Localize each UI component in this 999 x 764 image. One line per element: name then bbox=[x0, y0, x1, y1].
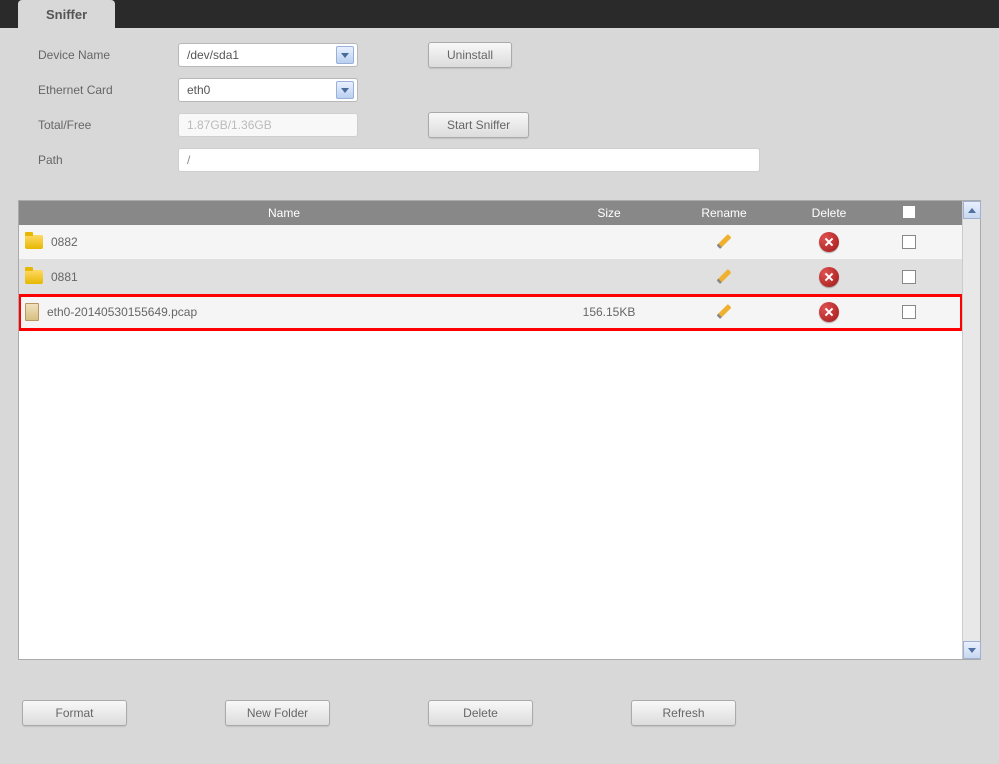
col-header-size: Size bbox=[549, 206, 669, 220]
row-rename bbox=[669, 232, 779, 252]
form-area: Device Name /dev/sda1 Uninstall Ethernet… bbox=[0, 28, 999, 192]
col-header-rename: Rename bbox=[669, 206, 779, 220]
row-check bbox=[879, 305, 939, 319]
total-free-label: Total/Free bbox=[38, 118, 178, 132]
ethernet-card-label: Ethernet Card bbox=[38, 83, 178, 97]
tab-sniffer[interactable]: Sniffer bbox=[18, 0, 115, 29]
table-row[interactable]: 0881 bbox=[19, 260, 962, 295]
device-name-value: /dev/sda1 bbox=[187, 48, 239, 62]
row-rename bbox=[669, 267, 779, 287]
row-delete bbox=[779, 302, 879, 322]
path-label: Path bbox=[38, 153, 178, 167]
format-button[interactable]: Format bbox=[22, 700, 127, 726]
file-icon bbox=[25, 303, 39, 321]
row-checkbox[interactable] bbox=[902, 270, 916, 284]
row-delete bbox=[779, 232, 879, 252]
path-field[interactable]: / bbox=[178, 148, 760, 172]
total-free-field: 1.87GB/1.36GB bbox=[178, 113, 358, 137]
row-rename bbox=[669, 302, 779, 322]
row-name: 0882 bbox=[19, 235, 549, 249]
col-header-check bbox=[879, 206, 939, 221]
row-delete bbox=[779, 267, 879, 287]
bottom-buttons: Format New Folder Delete Refresh bbox=[0, 660, 999, 726]
pencil-icon[interactable] bbox=[714, 302, 734, 322]
table-row[interactable]: 0882 bbox=[19, 225, 962, 260]
form-row-path: Path / bbox=[38, 148, 979, 172]
new-folder-button[interactable]: New Folder bbox=[225, 700, 330, 726]
file-table-container: Name Size Rename Delete 0882 bbox=[18, 200, 981, 660]
col-header-delete: Delete bbox=[779, 206, 879, 220]
row-name-text: eth0-20140530155649.pcap bbox=[47, 305, 197, 319]
start-sniffer-button[interactable]: Start Sniffer bbox=[428, 112, 529, 138]
file-table: Name Size Rename Delete 0882 bbox=[19, 201, 962, 659]
scroll-up-icon[interactable] bbox=[963, 201, 981, 219]
row-checkbox[interactable] bbox=[902, 305, 916, 319]
pencil-icon[interactable] bbox=[714, 267, 734, 287]
table-header: Name Size Rename Delete bbox=[19, 201, 962, 225]
refresh-button[interactable]: Refresh bbox=[631, 700, 736, 726]
folder-icon bbox=[25, 235, 43, 249]
scroll-down-icon[interactable] bbox=[963, 641, 981, 659]
delete-button[interactable]: Delete bbox=[428, 700, 533, 726]
folder-icon bbox=[25, 270, 43, 284]
delete-icon[interactable] bbox=[819, 232, 839, 252]
table-row[interactable]: eth0-20140530155649.pcap 156.15KB bbox=[19, 295, 962, 330]
row-size: 156.15KB bbox=[549, 305, 669, 319]
top-bar: Sniffer bbox=[0, 0, 999, 28]
row-name-text: 0881 bbox=[51, 270, 78, 284]
pencil-icon[interactable] bbox=[714, 232, 734, 252]
chevron-down-icon[interactable] bbox=[336, 81, 354, 99]
form-row-device: Device Name /dev/sda1 Uninstall bbox=[38, 42, 979, 68]
row-name: 0881 bbox=[19, 270, 549, 284]
row-name: eth0-20140530155649.pcap bbox=[19, 303, 549, 321]
ethernet-card-select[interactable]: eth0 bbox=[178, 78, 358, 102]
device-name-select[interactable]: /dev/sda1 bbox=[178, 43, 358, 67]
uninstall-button[interactable]: Uninstall bbox=[428, 42, 512, 68]
delete-icon[interactable] bbox=[819, 267, 839, 287]
select-all-checkbox[interactable] bbox=[903, 206, 915, 218]
row-name-text: 0882 bbox=[51, 235, 78, 249]
device-name-label: Device Name bbox=[38, 48, 178, 62]
scrollbar[interactable] bbox=[962, 201, 980, 659]
chevron-down-icon[interactable] bbox=[336, 46, 354, 64]
row-checkbox[interactable] bbox=[902, 235, 916, 249]
form-row-ethernet: Ethernet Card eth0 bbox=[38, 78, 979, 102]
form-row-totalfree: Total/Free 1.87GB/1.36GB Start Sniffer bbox=[38, 112, 979, 138]
ethernet-card-value: eth0 bbox=[187, 83, 210, 97]
col-header-name: Name bbox=[19, 206, 549, 220]
row-check bbox=[879, 270, 939, 284]
row-check bbox=[879, 235, 939, 249]
delete-icon[interactable] bbox=[819, 302, 839, 322]
